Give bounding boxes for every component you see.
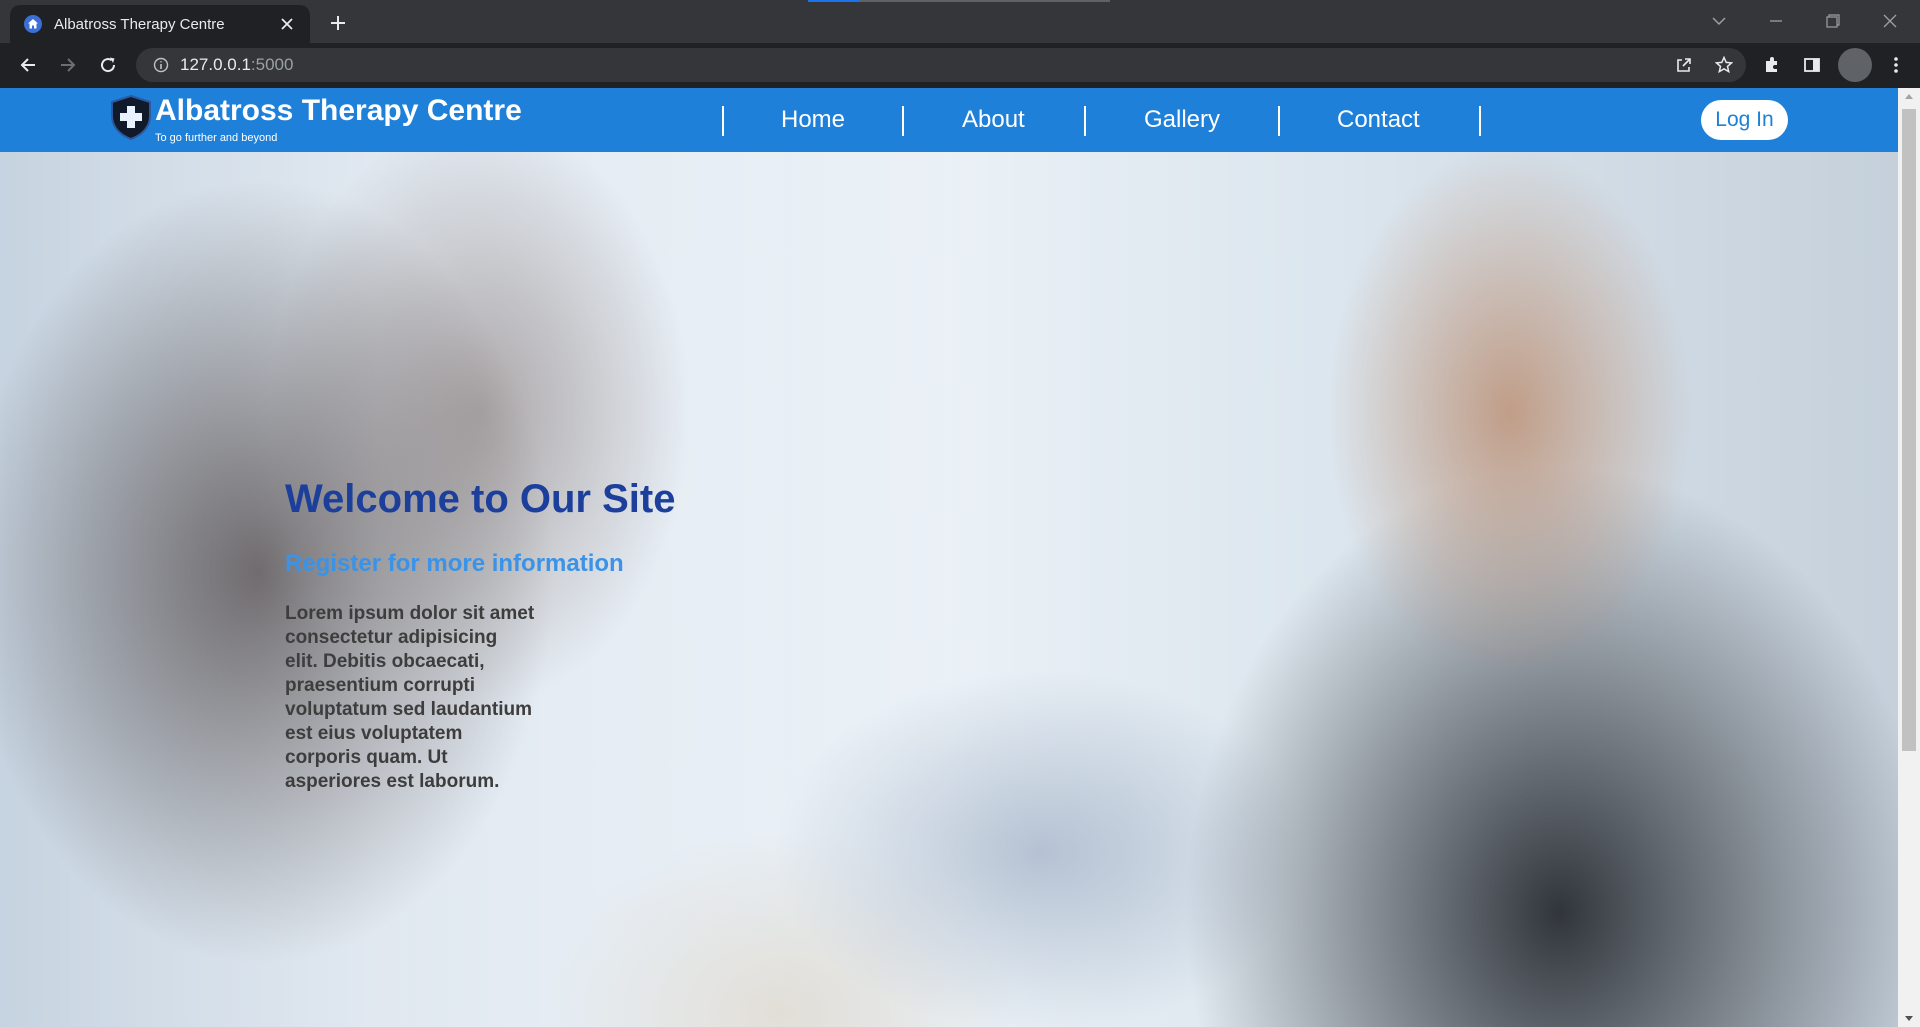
chevron-down-icon[interactable] [1704, 6, 1734, 36]
nav-divider [902, 106, 904, 136]
login-button[interactable]: Log In [1701, 100, 1788, 140]
scrollbar-thumb[interactable] [1902, 109, 1916, 751]
browser-toolbar: 127.0.0.1:5000 [0, 43, 1920, 88]
hero-overlay [0, 152, 1898, 1027]
url-text: 127.0.0.1:5000 [180, 55, 293, 75]
page-viewport: Albatross Therapy Centre To go further a… [0, 88, 1898, 1027]
site-navbar: Albatross Therapy Centre To go further a… [0, 88, 1898, 152]
tab-load-progress [808, 0, 1110, 2]
nav-link-about[interactable]: About [962, 106, 1025, 134]
hero-background-photo [0, 152, 1898, 1027]
hero-title: Welcome to Our Site [285, 477, 676, 521]
plus-icon[interactable] [324, 9, 352, 37]
close-window-icon[interactable] [1875, 6, 1905, 36]
register-link[interactable]: Register for more information [285, 550, 624, 578]
profile-avatar[interactable] [1838, 48, 1872, 82]
share-icon[interactable] [1668, 49, 1700, 81]
restore-icon[interactable] [1818, 6, 1848, 36]
scroll-down-arrow-icon[interactable] [1905, 1016, 1913, 1021]
address-bar[interactable]: 127.0.0.1:5000 [136, 48, 1746, 82]
page-scrollbar[interactable] [1898, 88, 1920, 1027]
nav-link-home[interactable]: Home [781, 106, 845, 134]
nav-divider [722, 106, 724, 136]
tab-load-progress-fill [808, 0, 860, 2]
nav-divider [1278, 106, 1280, 136]
minimize-icon[interactable] [1761, 6, 1791, 36]
brand-name[interactable]: Albatross Therapy Centre [155, 94, 522, 128]
nav-divider [1084, 106, 1086, 136]
star-icon[interactable] [1708, 49, 1740, 81]
scroll-up-arrow-icon[interactable] [1905, 94, 1913, 99]
more-icon[interactable] [1880, 49, 1912, 81]
sidebar-icon[interactable] [1796, 49, 1828, 81]
reload-icon[interactable] [92, 49, 124, 81]
nav-divider [1479, 106, 1481, 136]
tab-title: Albatross Therapy Centre [54, 15, 225, 33]
info-icon[interactable] [144, 48, 178, 82]
url-host: 127.0.0.1 [180, 55, 251, 74]
shield-cross-logo-icon[interactable] [108, 94, 154, 140]
extensions-icon[interactable] [1756, 49, 1788, 81]
home-favicon-icon [24, 15, 42, 33]
forward-icon[interactable] [52, 49, 84, 81]
nav-link-contact[interactable]: Contact [1337, 106, 1420, 134]
close-icon[interactable] [276, 13, 298, 35]
hero-body-text: Lorem ipsum dolor sit amet consectetur a… [285, 603, 535, 792]
back-icon[interactable] [12, 49, 44, 81]
browser-tab[interactable]: Albatross Therapy Centre [10, 5, 310, 43]
nav-link-gallery[interactable]: Gallery [1144, 106, 1220, 134]
url-port: :5000 [250, 55, 294, 74]
browser-title-bar: Albatross Therapy Centre [0, 0, 1920, 43]
brand-tagline: To go further and beyond [155, 132, 278, 144]
